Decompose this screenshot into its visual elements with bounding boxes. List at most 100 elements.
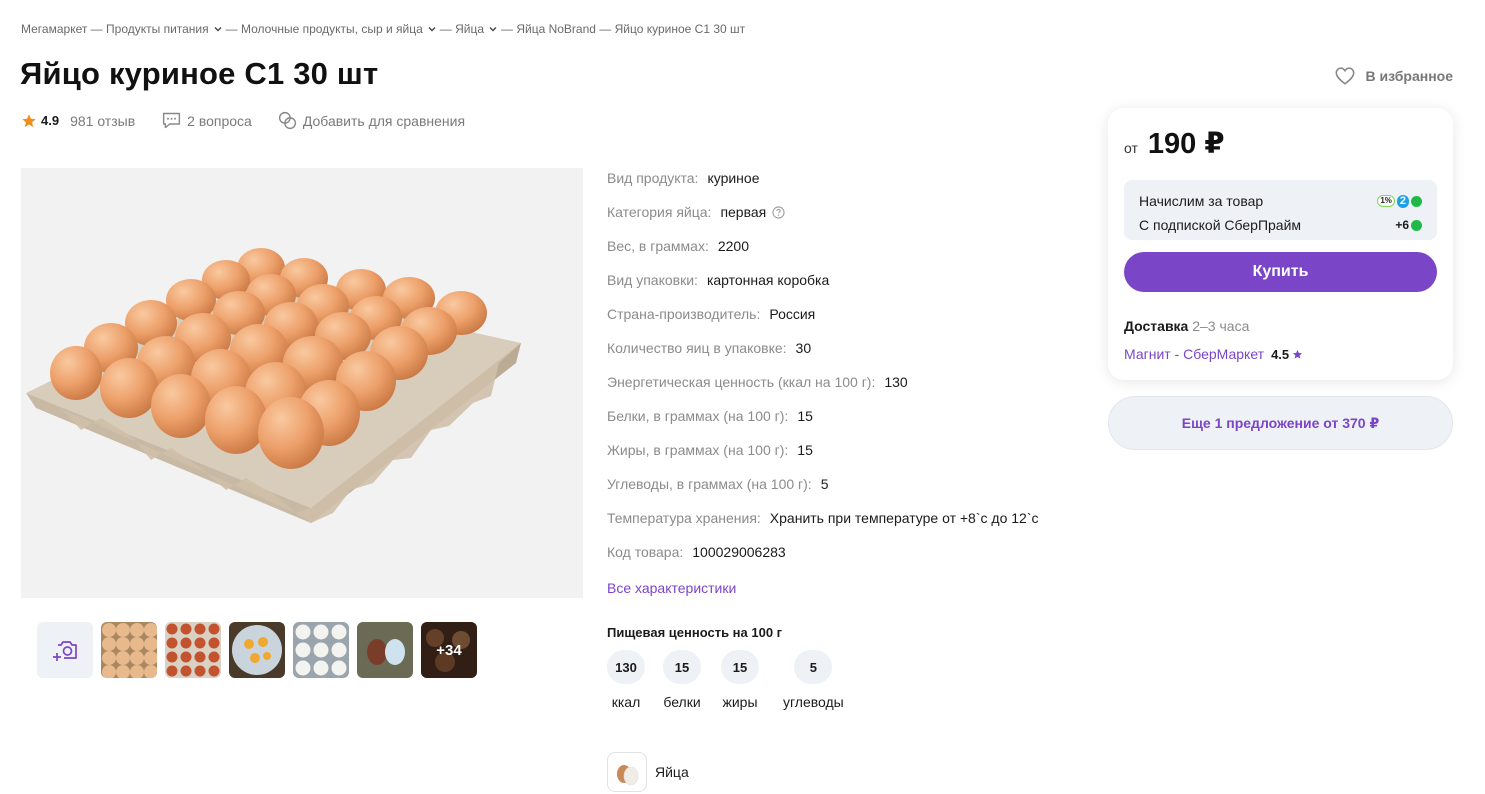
breadcrumb-label[interactable]: Мегамаркет — Продукты питания: [21, 22, 209, 36]
questions-link[interactable]: 2 вопроса: [161, 110, 252, 131]
spec-name: Вид продукта:: [607, 170, 699, 186]
spec-value: 5: [821, 476, 829, 492]
thumbnail-image[interactable]: [101, 622, 157, 678]
specs-list: Вид продукта: куриное Категория яйца: перва…: [607, 170, 1038, 578]
spec-name: Код товара:: [607, 544, 684, 560]
nutrition-list: 130 ккал 15 белки 15 жиры 5 углеводы: [607, 650, 862, 710]
spec-row: Вид упаковки: картонная коробка: [607, 272, 1038, 306]
nutrition-value: 15: [663, 650, 701, 684]
help-icon[interactable]: [772, 205, 785, 219]
nutrition-label: углеводы: [783, 694, 844, 710]
spec-value: 15: [797, 442, 813, 458]
spec-value: куриное: [707, 170, 759, 186]
spec-value-text: Россия: [769, 306, 816, 322]
spec-value-text: 5: [820, 476, 829, 492]
thumbnail-image[interactable]: [293, 622, 349, 678]
breadcrumb-item-eggs[interactable]: — Яйца: [440, 22, 501, 36]
reviews-link[interactable]: 981 отзыв: [70, 113, 135, 129]
nutrition-item-carbs: 5 углеводы: [783, 650, 844, 710]
eggs-thumbnail-illustration: [165, 622, 221, 678]
spec-name: Страна-производитель:: [607, 306, 761, 322]
spec-value-text: первая: [720, 204, 767, 220]
bonus-badge: 1% 2: [1377, 194, 1422, 208]
spec-row: Углеводы, в граммах (на 100 г): 5: [607, 476, 1038, 510]
spec-value: 130: [884, 374, 907, 390]
nutrition-item-kcal: 130 ккал: [607, 650, 645, 710]
nutrition-label: белки: [663, 694, 701, 710]
spec-row: Количество яиц в упаковке: 30: [607, 340, 1038, 374]
product-main-image[interactable]: [21, 168, 583, 598]
more-photos-count: +34: [421, 622, 477, 678]
category-chip[interactable]: Яйца: [607, 752, 689, 792]
delivery-time: 2–3 часа: [1192, 318, 1250, 334]
breadcrumb-item-dairy[interactable]: — Молочные продукты, сыр и яйца: [226, 22, 440, 36]
spec-value: Хранить при температуре от +8`c до 12`c: [770, 510, 1039, 526]
spec-name: Категория яйца:: [607, 204, 712, 220]
breadcrumb-item-current[interactable]: — Яйца NoBrand — Яйцо куриное С1 30 шт: [501, 22, 745, 36]
questions-label: 2 вопроса: [187, 112, 252, 129]
thumbnail-image[interactable]: [357, 622, 413, 678]
breadcrumb-label[interactable]: — Молочные продукты, сыр и яйца: [226, 22, 423, 36]
star-icon: [22, 113, 36, 127]
prime-row: С подпиской СберПрайм +6: [1139, 213, 1422, 237]
spec-row: Вид продукта: куриное: [607, 170, 1038, 204]
spec-row: Температура хранения: Хранить при темпера…: [607, 510, 1038, 544]
nutrition-item-protein: 15 белки: [663, 650, 701, 710]
all-specs-link[interactable]: Все характеристики: [607, 580, 736, 596]
spec-value: 2200: [718, 238, 749, 254]
bonus-coin-icon: [1411, 195, 1422, 207]
add-photo-button[interactable]: [37, 622, 93, 678]
category-label: Яйца: [655, 764, 689, 780]
nutrition-title: Пищевая ценность на 100 г: [607, 625, 783, 640]
egg-tray-illustration: [21, 168, 583, 598]
spec-row: Энергетическая ценность (ккал на 100 г):…: [607, 374, 1038, 408]
breadcrumb-label[interactable]: — Яйца: [440, 22, 484, 36]
chevron-down-icon[interactable]: [487, 23, 499, 35]
spec-name: Температура хранения:: [607, 510, 761, 526]
thumbnail-more[interactable]: +34: [421, 622, 477, 678]
spec-row: Белки, в граммах (на 100 г): 15: [607, 408, 1038, 442]
product-meta-row: 4.9 981 отзыв 2 вопроса Добавить для сра…: [21, 110, 465, 131]
breadcrumb-label[interactable]: — Яйца NoBrand — Яйцо куриное С1 30 шт: [501, 22, 745, 36]
spec-value: 100029006283: [692, 544, 785, 560]
spec-value-text: картонная коробка: [706, 272, 830, 288]
spec-name: Вид упаковки:: [607, 272, 698, 288]
price-value: 190 ₽: [1147, 128, 1225, 160]
nutrition-value: 130: [607, 650, 645, 684]
breadcrumb: Мегамаркет — Продукты питания — Молочные…: [21, 22, 745, 36]
offer-card: от 190 ₽ Начислим за товар 1% 2 С подпис…: [1108, 108, 1453, 380]
thumbnail-image[interactable]: [229, 622, 285, 678]
bonus-box[interactable]: Начислим за товар 1% 2 С подпиской СберП…: [1124, 180, 1437, 240]
camera-plus-icon: [53, 641, 77, 661]
nutrition-value: 15: [721, 650, 759, 684]
spec-name: Количество яиц в упаковке:: [607, 340, 787, 356]
compare-button[interactable]: Добавить для сравнения: [277, 110, 465, 131]
spec-value: 30: [796, 340, 812, 356]
thumbnail-strip: +34: [37, 622, 477, 678]
chevron-down-icon[interactable]: [212, 23, 224, 35]
nutrition-label: жиры: [722, 694, 758, 710]
spec-value: первая: [720, 204, 785, 220]
favorite-button[interactable]: В избранное: [1334, 65, 1453, 87]
spec-name: Жиры, в граммах (на 100 г):: [607, 442, 789, 458]
breadcrumb-item-food[interactable]: Мегамаркет — Продукты питания: [21, 22, 226, 36]
buy-button[interactable]: Купить: [1124, 252, 1437, 292]
two-eggs-thumbnail-illustration: [357, 622, 413, 678]
bonus-percent: 1%: [1377, 195, 1395, 207]
chat-icon: [161, 110, 182, 131]
rating-value: 4.9: [41, 113, 60, 128]
price: от 190 ₽: [1124, 126, 1225, 161]
chevron-down-icon[interactable]: [426, 23, 438, 35]
prime-label: С подпиской СберПрайм: [1139, 217, 1302, 233]
more-offers-button[interactable]: Еще 1 предложение от 370 ₽: [1108, 396, 1453, 450]
spec-value: Россия: [769, 306, 815, 322]
white-eggs-thumbnail-illustration: [293, 622, 349, 678]
prime-bonus-value: +6: [1395, 218, 1409, 232]
thumbnail-image[interactable]: [165, 622, 221, 678]
spec-value-text: 15: [797, 442, 813, 458]
delivery-label: Доставка: [1124, 318, 1189, 334]
delivery-info: Доставка 2–3 часа: [1124, 318, 1249, 334]
seller-link[interactable]: Магнит - СберМаркет: [1124, 346, 1264, 362]
compare-label: Добавить для сравнения: [302, 112, 466, 129]
spec-value-text: Хранить при температуре от +8`c до 12`c: [769, 510, 1039, 526]
